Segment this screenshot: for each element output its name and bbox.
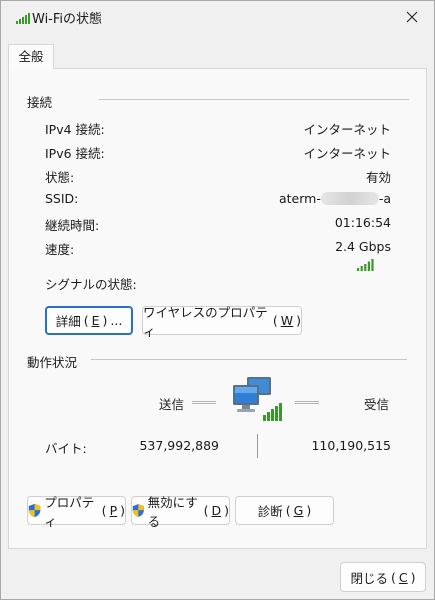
received-bytes-value: 110,190,515 [311, 438, 391, 453]
details-button-suffix: ... [110, 313, 123, 328]
connection-section-title: 接続 [27, 95, 53, 110]
ssid-label: SSID: [45, 191, 79, 206]
details-button[interactable]: 詳細(E)... [45, 306, 133, 335]
network-computers-icon [233, 377, 282, 421]
properties-button-key: P [109, 503, 118, 518]
ipv6-value: インターネット [303, 146, 391, 161]
sent-label: 送信 [159, 397, 185, 412]
properties-button-label: プロパティ [44, 494, 95, 529]
window-title: Wi-Fiの状態 [32, 12, 103, 27]
activity-section-title: 動作状況 [27, 355, 78, 370]
status-value: 有効 [365, 170, 391, 185]
bytes-divider [257, 434, 258, 458]
ipv4-value: インターネット [303, 122, 391, 137]
title-bar: Wi-Fiの状態 [1, 1, 434, 35]
close-button[interactable]: 閉じる(C) [340, 562, 426, 592]
speed-value: 2.4 Gbps [335, 239, 391, 254]
close-icon [406, 11, 418, 23]
ssid-value: aterm- -a [279, 191, 391, 206]
properties-button[interactable]: プロパティ(P) [27, 495, 126, 529]
diagnose-button-label: 診断 [257, 504, 283, 519]
received-label: 受信 [364, 397, 390, 412]
wireless-button-key: W [280, 313, 294, 328]
wifi-status-window: Wi-Fiの状態 全般 接続 IPv4 接続: インターネット IPv6 接続:… [0, 0, 435, 600]
ssid-redaction [320, 192, 379, 205]
bytes-label: バイト: [45, 441, 87, 456]
disable-button[interactable]: 無効にする(D) [131, 495, 230, 529]
duration-label: 継続時間: [45, 218, 100, 233]
sent-activity-line [192, 401, 216, 404]
close-button-key: C [398, 569, 408, 585]
ssid-prefix: aterm- [278, 191, 321, 206]
activity-divider [91, 359, 407, 360]
duration-value: 01:16:54 [334, 215, 391, 230]
signal-strength-icon [357, 259, 374, 271]
details-button-key: E [91, 313, 100, 328]
signal-label: シグナルの状態: [45, 277, 137, 292]
title-close-button[interactable] [398, 5, 426, 29]
received-activity-line [295, 401, 319, 404]
shield-icon [132, 504, 144, 517]
connection-divider [99, 99, 409, 100]
details-button-label: 詳細 [55, 314, 81, 329]
ssid-suffix: -a [378, 191, 391, 206]
tab-general[interactable]: 全般 [8, 44, 54, 69]
speed-label: 速度: [45, 242, 75, 257]
diagnose-button[interactable]: 診断(G) [235, 496, 334, 525]
diagnose-button-key: G [293, 503, 304, 518]
disable-button-key: D [211, 503, 222, 518]
sent-bytes-value: 537,992,889 [139, 438, 219, 453]
shield-icon [28, 503, 41, 518]
disable-button-label: 無効にする [147, 494, 198, 529]
status-label: 状態: [45, 170, 75, 185]
wireless-button-label: ワイヤレスのプロパティ [143, 304, 268, 339]
close-button-label: 閉じる [350, 570, 388, 586]
ipv6-label: IPv6 接続: [45, 146, 105, 161]
ipv4-label: IPv4 接続: [45, 122, 105, 137]
wifi-signal-icon [16, 13, 30, 24]
wireless-properties-button[interactable]: ワイヤレスのプロパティ(W) [142, 305, 302, 339]
